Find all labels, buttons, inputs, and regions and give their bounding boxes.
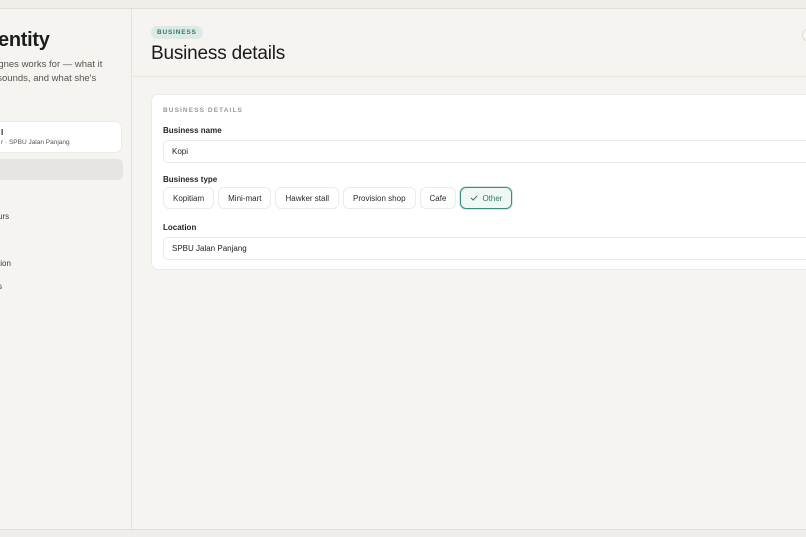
profile-card[interactable]: l r · SPBU Jalan Panjang bbox=[0, 121, 122, 153]
business-type-label: Business type bbox=[163, 175, 218, 184]
business-details-card: BUSINESS DETAILS Business name Kopi Busi… bbox=[151, 94, 806, 270]
sidebar-item[interactable]: s bbox=[0, 282, 2, 291]
page-title: Business details bbox=[151, 43, 286, 64]
location-label: Location bbox=[163, 223, 197, 232]
left-panel-description: Agnes works for — what it t sounds, and … bbox=[0, 58, 112, 85]
option-label: Kopitiam bbox=[173, 193, 205, 203]
business-type-option-cafe[interactable]: Cafe bbox=[419, 187, 457, 209]
business-name-input[interactable]: Kopi bbox=[163, 140, 806, 163]
business-name-label: Business name bbox=[163, 126, 222, 135]
option-label: Mini-mart bbox=[228, 193, 262, 203]
left-panel-title: entity bbox=[0, 29, 50, 51]
check-icon bbox=[471, 195, 478, 201]
sidebar-item-active[interactable] bbox=[0, 159, 123, 180]
section-label: BUSINESS DETAILS bbox=[163, 107, 243, 114]
business-type-options: Kopitiam Mini-mart Hawker stall Provisio… bbox=[163, 187, 513, 209]
header-action-button[interactable] bbox=[802, 28, 806, 42]
business-type-option-hawker-stall[interactable]: Hawker stall bbox=[275, 187, 340, 209]
option-label: Provision shop bbox=[353, 193, 406, 203]
option-label: Other bbox=[482, 193, 503, 203]
business-type-option-mini-mart[interactable]: Mini-mart bbox=[218, 187, 272, 209]
left-panel: entity Agnes works for — what it t sound… bbox=[0, 9, 132, 529]
business-type-option-other[interactable]: Other bbox=[460, 187, 513, 209]
location-input[interactable]: SPBU Jalan Panjang bbox=[163, 237, 806, 260]
section-badge: BUSINESS bbox=[151, 26, 203, 39]
option-label: Hawker stall bbox=[285, 193, 330, 203]
option-label: Cafe bbox=[429, 193, 447, 203]
description-line: t sounds, and what she's bbox=[0, 72, 97, 84]
app-frame: entity Agnes works for — what it t sound… bbox=[0, 8, 806, 530]
business-type-option-provision-shop[interactable]: Provision shop bbox=[343, 187, 416, 209]
business-type-option-kopitiam[interactable]: Kopitiam bbox=[163, 187, 215, 209]
profile-card-subtitle: r · SPBU Jalan Panjang bbox=[1, 139, 70, 146]
main-content: BUSINESS Business details BUSINESS DETAI… bbox=[133, 9, 806, 529]
profile-card-name: l bbox=[1, 128, 4, 137]
page-header: BUSINESS Business details bbox=[133, 9, 806, 77]
description-line: Agnes works for — what it bbox=[0, 59, 103, 70]
sidebar-item[interactable]: urs bbox=[0, 212, 9, 221]
sidebar-item[interactable]: tion bbox=[0, 259, 11, 268]
